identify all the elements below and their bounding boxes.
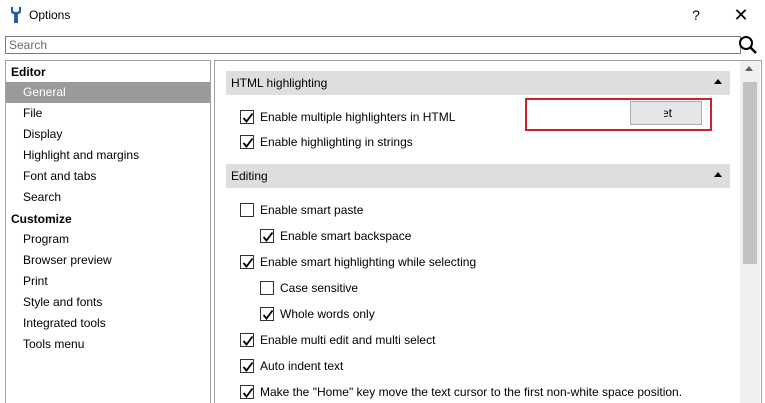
close-button[interactable]: ✕ bbox=[728, 4, 754, 26]
title-bar: Options ? ✕ bbox=[0, 0, 765, 31]
checkbox[interactable] bbox=[240, 255, 254, 269]
collapse-arrow-icon[interactable] bbox=[714, 79, 722, 84]
sidebar-item-tools-menu[interactable]: Tools menu bbox=[6, 334, 210, 355]
option-label: Auto indent text bbox=[260, 359, 344, 373]
scroll-thumb[interactable] bbox=[743, 82, 757, 264]
group-header-customize: Customize bbox=[11, 212, 72, 226]
checkbox[interactable] bbox=[240, 359, 254, 373]
option-label: Case sensitive bbox=[280, 281, 359, 295]
wrench-icon bbox=[9, 6, 23, 24]
window-title: Options bbox=[29, 8, 71, 22]
search-icon[interactable] bbox=[738, 35, 758, 55]
help-button[interactable]: ? bbox=[683, 4, 709, 26]
option-label: Enable highlighting in strings bbox=[260, 135, 413, 149]
checkbox[interactable] bbox=[260, 281, 274, 295]
option-label: Whole words only bbox=[280, 307, 375, 321]
option-label: Enable multi edit and multi select bbox=[260, 333, 436, 347]
checkbox[interactable] bbox=[240, 333, 254, 347]
collapse-arrow-icon[interactable] bbox=[714, 172, 722, 177]
option-label: Make the "Home" key move the text cursor… bbox=[260, 385, 683, 399]
checkbox[interactable] bbox=[240, 110, 254, 124]
group-header-editor: Editor bbox=[11, 65, 46, 79]
sidebar-item-search[interactable]: Search bbox=[6, 187, 210, 208]
scroll-up-arrow-icon[interactable] bbox=[745, 66, 753, 71]
sidebar-item-program[interactable]: Program bbox=[6, 229, 210, 250]
option-label: Enable smart highlighting while selectin… bbox=[260, 255, 477, 269]
close-icon: ✕ bbox=[733, 5, 749, 25]
options-panel: HTML highlighting Enable multiple highli… bbox=[214, 60, 762, 403]
option-label: Enable smart backspace bbox=[280, 229, 412, 243]
search-input[interactable] bbox=[5, 36, 741, 54]
section-title: HTML highlighting bbox=[231, 76, 328, 90]
checkbox[interactable] bbox=[260, 229, 274, 243]
sidebar-item-file[interactable]: File bbox=[6, 103, 210, 124]
sidebar-item-highlight-margins[interactable]: Highlight and margins bbox=[6, 145, 210, 166]
section-title: Editing bbox=[231, 169, 268, 183]
sidebar-item-browser-preview[interactable]: Browser preview bbox=[6, 250, 210, 271]
checkbox[interactable] bbox=[240, 135, 254, 149]
section-header-html-highlighting[interactable]: HTML highlighting bbox=[226, 71, 730, 95]
checkbox[interactable] bbox=[240, 385, 254, 399]
sidebar-item-print[interactable]: Print bbox=[6, 271, 210, 292]
options-sidebar: Editor General File Display Highlight an… bbox=[5, 60, 211, 403]
checkbox[interactable] bbox=[240, 203, 254, 217]
vertical-scrollbar[interactable] bbox=[740, 61, 760, 403]
sidebar-item-font-tabs[interactable]: Font and tabs bbox=[6, 166, 210, 187]
sidebar-item-general[interactable]: General bbox=[6, 82, 210, 103]
option-label: Enable smart paste bbox=[260, 203, 364, 217]
option-label: Enable multiple highlighters in HTML bbox=[260, 110, 456, 124]
section-header-editing[interactable]: Editing bbox=[226, 164, 730, 188]
sidebar-item-integrated-tools[interactable]: Integrated tools bbox=[6, 313, 210, 334]
highlight-box bbox=[525, 98, 712, 131]
checkbox[interactable] bbox=[260, 307, 274, 321]
sidebar-item-display[interactable]: Display bbox=[6, 124, 210, 145]
sidebar-item-style-fonts[interactable]: Style and fonts bbox=[6, 292, 210, 313]
